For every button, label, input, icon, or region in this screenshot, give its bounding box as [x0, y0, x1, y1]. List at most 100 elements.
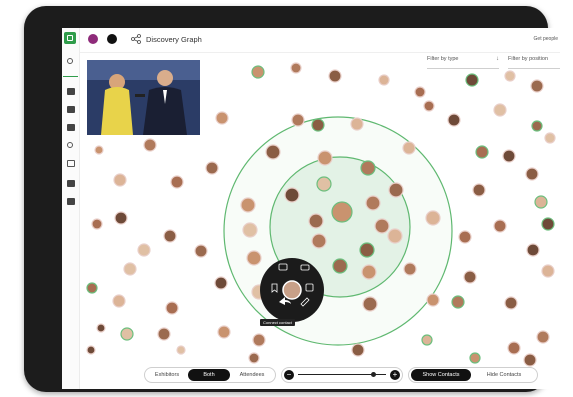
person-avatar[interactable] [531, 120, 543, 132]
person-avatar[interactable] [214, 276, 228, 290]
person-avatar[interactable] [308, 213, 324, 229]
person-avatar[interactable] [332, 258, 348, 274]
person-avatar[interactable] [493, 219, 507, 233]
person-avatar[interactable] [504, 70, 516, 82]
person-avatar[interactable] [463, 270, 477, 284]
hide-contacts-button[interactable]: Hide Contacts [473, 369, 535, 381]
person-avatar[interactable] [194, 244, 208, 258]
person-avatar[interactable] [114, 211, 128, 225]
person-avatar[interactable] [362, 296, 378, 312]
person-avatar[interactable] [240, 197, 256, 213]
app-logo-icon[interactable] [64, 32, 76, 44]
person-avatar[interactable] [113, 173, 127, 187]
person-avatar[interactable] [536, 330, 550, 344]
person-avatar[interactable] [311, 233, 327, 249]
person-avatar[interactable] [112, 294, 126, 308]
person-avatar[interactable] [426, 293, 440, 307]
person-avatar[interactable] [143, 138, 157, 152]
person-avatar[interactable] [165, 301, 179, 315]
person-avatar[interactable] [351, 343, 365, 357]
person-avatar[interactable] [290, 62, 302, 74]
video-thumbnail[interactable] [87, 60, 200, 135]
person-avatar[interactable] [317, 150, 333, 166]
person-avatar[interactable] [469, 352, 481, 364]
search-icon[interactable] [67, 58, 73, 64]
person-avatar[interactable] [291, 113, 305, 127]
person-avatar[interactable] [458, 230, 472, 244]
person-avatar[interactable] [402, 141, 416, 155]
person-avatar[interactable] [170, 175, 184, 189]
person-avatar[interactable] [163, 229, 177, 243]
person-avatar[interactable] [265, 144, 281, 160]
profile-icon[interactable] [107, 34, 117, 44]
filter-by-position-select[interactable]: Filter by position [508, 56, 560, 69]
message-icon[interactable] [67, 198, 75, 205]
person-avatar[interactable] [137, 243, 151, 257]
person-avatar[interactable] [493, 103, 507, 117]
person-avatar[interactable] [359, 242, 375, 258]
home-icon[interactable] [67, 88, 75, 95]
person-avatar[interactable] [414, 86, 426, 98]
person-avatar[interactable] [541, 217, 555, 231]
person-avatar[interactable] [507, 341, 521, 355]
person-avatar[interactable] [374, 218, 390, 234]
zoom-in-button[interactable]: + [390, 370, 400, 380]
grid-icon[interactable] [67, 160, 75, 167]
person-avatar[interactable] [242, 222, 258, 238]
person-avatar[interactable] [387, 228, 403, 244]
person-avatar[interactable] [534, 195, 548, 209]
person-avatar[interactable] [96, 323, 106, 333]
person-avatar[interactable] [86, 345, 96, 355]
person-avatar[interactable] [423, 100, 435, 112]
person-avatar[interactable] [217, 325, 231, 339]
person-avatar[interactable] [451, 295, 465, 309]
person-avatar[interactable] [361, 264, 377, 280]
person-avatar[interactable] [465, 73, 479, 87]
person-avatar[interactable] [388, 182, 404, 198]
zoom-out-button[interactable]: − [284, 370, 294, 380]
person-avatar[interactable] [91, 218, 103, 230]
person-avatar[interactable] [475, 145, 489, 159]
person-avatar[interactable] [251, 65, 265, 79]
person-avatar[interactable] [157, 327, 171, 341]
person-avatar[interactable] [176, 345, 186, 355]
context-menu[interactable] [260, 258, 324, 322]
person-avatar[interactable] [123, 262, 137, 276]
person-avatar[interactable] [350, 117, 364, 131]
toggle-exhibitors[interactable]: Exhibitors [147, 369, 187, 381]
person-avatar[interactable] [502, 149, 516, 163]
person-avatar[interactable] [246, 250, 262, 266]
person-avatar[interactable] [328, 69, 342, 83]
person-avatar[interactable] [541, 264, 555, 278]
person-avatar[interactable] [252, 333, 266, 347]
zoom-slider-knob[interactable] [370, 372, 376, 377]
person-avatar[interactable] [365, 195, 381, 211]
person-avatar[interactable] [316, 176, 332, 192]
person-avatar[interactable] [378, 74, 390, 86]
person-avatar[interactable] [331, 201, 353, 223]
settings-icon[interactable] [67, 142, 73, 148]
bell-icon[interactable] [67, 106, 75, 113]
person-avatar[interactable] [472, 183, 486, 197]
person-avatar[interactable] [504, 296, 518, 310]
user-menu[interactable]: Get people [534, 36, 558, 42]
person-avatar[interactable] [525, 167, 539, 181]
person-avatar[interactable] [311, 118, 325, 132]
person-avatar[interactable] [120, 327, 134, 341]
person-avatar[interactable] [248, 352, 260, 364]
person-avatar[interactable] [530, 79, 544, 93]
event-icon[interactable] [88, 34, 98, 44]
network-icon[interactable] [130, 33, 142, 45]
person-avatar[interactable] [447, 113, 461, 127]
person-avatar[interactable] [94, 145, 104, 155]
person-avatar[interactable] [526, 243, 540, 257]
filter-by-type-select[interactable]: Filter by type ↓ [427, 56, 499, 69]
person-avatar[interactable] [425, 210, 441, 226]
person-avatar[interactable] [86, 282, 98, 294]
person-avatar[interactable] [205, 161, 219, 175]
show-contacts-button[interactable]: Show Contacts [411, 369, 471, 381]
person-avatar[interactable] [215, 111, 229, 125]
person-avatar[interactable] [360, 160, 376, 176]
person-avatar[interactable] [523, 353, 537, 367]
toggle-both[interactable]: Both [188, 369, 230, 381]
